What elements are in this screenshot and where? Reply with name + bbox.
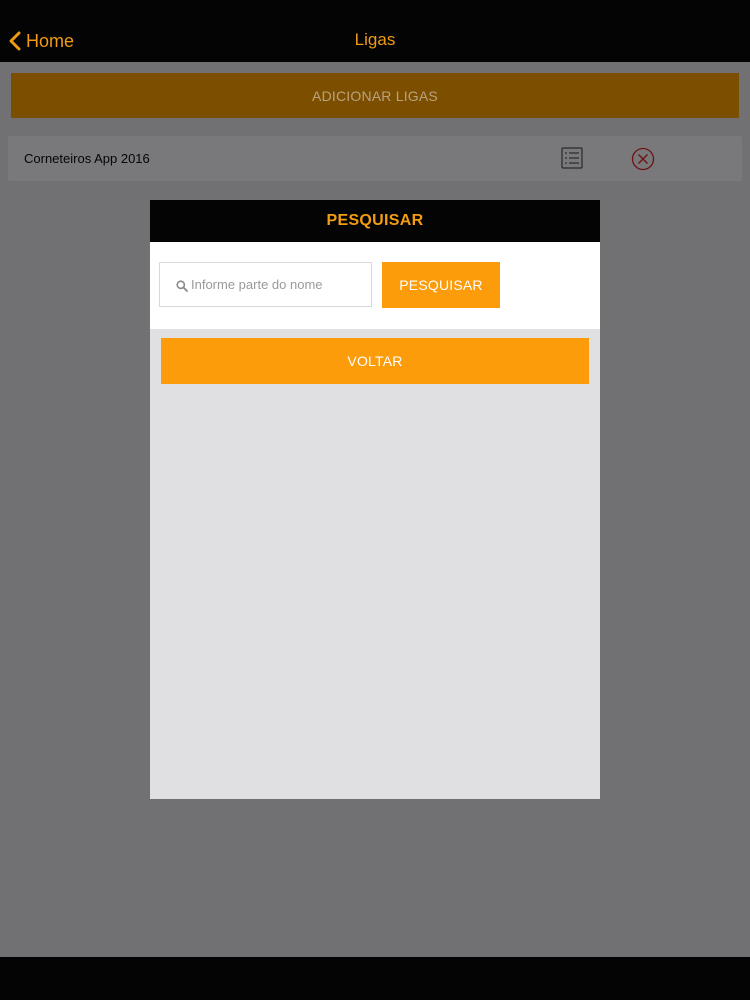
list-icon[interactable] <box>561 147 583 169</box>
search-field[interactable] <box>159 262 372 307</box>
add-leagues-button[interactable]: ADICIONAR LIGAS <box>11 73 739 118</box>
close-circle-icon[interactable] <box>631 147 655 171</box>
search-panel: PESQUISAR <box>150 242 600 329</box>
list-item[interactable]: Corneteiros App 2016 <box>8 136 742 181</box>
bottom-bar <box>0 957 750 1000</box>
search-input[interactable] <box>191 263 369 306</box>
league-name: Corneteiros App 2016 <box>24 151 150 166</box>
navigation-bar: Home Ligas <box>0 0 750 62</box>
search-modal: PESQUISAR PESQUISAR VOLTAR <box>150 200 600 799</box>
back-to-list-button[interactable]: VOLTAR <box>161 338 589 384</box>
search-button[interactable]: PESQUISAR <box>382 262 500 308</box>
search-icon <box>176 279 188 292</box>
modal-title: PESQUISAR <box>150 200 600 242</box>
page-title: Ligas <box>354 30 396 49</box>
